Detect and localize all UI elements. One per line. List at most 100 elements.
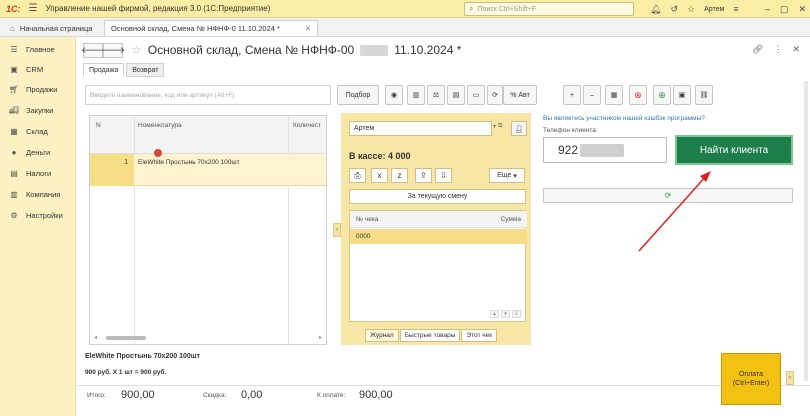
tab-quick-goods[interactable]: Быстрые товары (399, 329, 461, 342)
auto-discount-button[interactable]: % Авт (503, 85, 537, 105)
discount-value: 0,00 (241, 389, 263, 401)
maximize-icon[interactable]: ▢ (780, 4, 789, 15)
cashier-select[interactable]: Артем (349, 121, 492, 136)
sidebar-item-main[interactable]: ☰ Главное (0, 39, 76, 59)
totals-bar: Итого: 900,00 Скидка: 0,00 К оплате: 900… (77, 385, 810, 407)
tab-sale[interactable]: Продажа (83, 63, 125, 77)
crm-icon: ▣ (10, 64, 18, 74)
current-user[interactable]: Артем (704, 6, 724, 13)
tab-home[interactable]: ⌂ Начальная страница (4, 20, 98, 36)
main-content: 🡐 🡒 ☆ Основной склад, Смена № НФНФ-00 11.… (77, 37, 810, 416)
tab-journal[interactable]: Журнал (365, 329, 399, 342)
column-header-n[interactable]: N (96, 122, 101, 129)
refresh-customer-button[interactable]: ⟳ (543, 188, 793, 203)
sidebar-item-money[interactable]: ● Деньги (0, 142, 76, 162)
tab-return[interactable]: Возврат (126, 63, 165, 77)
sidebar-item-company[interactable]: ▥ Компания (0, 184, 76, 204)
cashier-select-buttons: ▾ ⧉ (493, 123, 502, 130)
due-value: 900,00 (359, 389, 393, 401)
forward-button[interactable]: 🡒 (101, 42, 125, 58)
scroll-down-icon[interactable]: ▾ (501, 310, 510, 318)
barcode-icon[interactable]: ▥ (407, 85, 425, 105)
table-row[interactable]: 1 EleWhite Простынь 70х200 100шт (90, 154, 326, 186)
row-number: 1 (90, 154, 134, 186)
delete-row-icon[interactable]: ⊗ (629, 85, 647, 105)
column-header-qty[interactable]: Количест (293, 122, 321, 129)
period-select[interactable]: За текущую смену (349, 189, 526, 204)
dropdown-icon[interactable]: ▾ (493, 123, 496, 130)
close-window-icon[interactable]: ✕ (798, 4, 806, 15)
page-title-prefix: Основной склад, Смена № НФНФ-00 (147, 43, 355, 57)
right-panel-collapse-handle[interactable]: ‹ (786, 371, 794, 385)
close-form-icon[interactable]: ✕ (792, 44, 800, 55)
history-icon[interactable]: ↺ (670, 4, 678, 15)
horizontal-scrollbar[interactable] (106, 336, 146, 340)
add-row-icon[interactable]: ⊕ (653, 85, 671, 105)
close-tab-icon[interactable]: ✕ (305, 24, 311, 33)
tab-shift-document[interactable]: Основной склад, Смена № НФНФ-0 11.10.202… (104, 20, 318, 36)
print-icon[interactable]: ⎙ (349, 168, 366, 183)
tab-this-receipt[interactable]: Этот чек (461, 329, 498, 342)
cash-balance: В кассе: 4 000 (349, 151, 411, 161)
minimize-icon[interactable]: – (765, 4, 770, 14)
sidebar-item-label: Деньги (26, 147, 51, 157)
period-select-label: За текущую смену (407, 193, 468, 200)
more-vertical-icon[interactable]: ⋮ (773, 44, 782, 55)
view-icon[interactable]: ◉ (385, 85, 403, 105)
sidebar-item-settings[interactable]: ⚙ Настройки (0, 205, 76, 225)
link-icon[interactable]: 🔗︎ (752, 44, 763, 55)
company-icon: ▥ (10, 189, 18, 199)
pos-tabs: Журнал Быстрые товары Этот чек (365, 329, 498, 342)
save-icon[interactable]: ▣ (673, 85, 691, 105)
selected-item-name: EleWhite Простынь 70х200 100шт (85, 353, 201, 360)
plus-button[interactable]: + (563, 85, 581, 105)
refresh-icon[interactable]: ⟳ (487, 85, 503, 105)
scroll-up-icon[interactable]: ▴ (490, 310, 499, 318)
scroll-right-icon[interactable]: ▸ (319, 334, 322, 341)
vertical-scrollbar[interactable] (804, 81, 808, 381)
sidebar-item-warehouse[interactable]: ▦ Склад (0, 121, 76, 141)
sidebar-item-purchases[interactable]: 🚚︎ Закупки (0, 100, 76, 120)
open-icon[interactable]: ⧉ (498, 123, 502, 130)
sidebar-item-crm[interactable]: ▣ CRM (0, 59, 76, 79)
hamburger-menu-icon[interactable]: ☰ (29, 3, 38, 14)
scale-icon[interactable]: ⚖ (427, 85, 445, 105)
sidebar-item-sales[interactable]: 🛒︎ Продажи (0, 79, 76, 99)
scroll-end-icon[interactable]: ⇩ (512, 310, 521, 318)
settings-icon[interactable]: ≡ (733, 4, 738, 14)
minus-button[interactable]: – (583, 85, 601, 105)
panel-collapse-handle[interactable]: › (333, 223, 341, 237)
card-icon[interactable]: ▭ (467, 85, 485, 105)
pay-button[interactable]: Оплата (Ctrl+Enter) (721, 353, 781, 405)
favorite-star-icon[interactable]: ☆ (131, 43, 142, 57)
z-report-icon[interactable]: z (391, 168, 408, 183)
select-products-button[interactable]: Подбор (337, 85, 379, 105)
phone-input[interactable]: 922 (543, 137, 667, 163)
cash-in-icon[interactable]: ⇪ (415, 168, 432, 183)
column-header-sum[interactable]: Сумма (501, 216, 521, 223)
purchase-icon: 🚚︎ (8, 105, 20, 115)
bell-icon[interactable]: 🔔︎ (650, 4, 661, 15)
weigh-icon[interactable]: ▤ (447, 85, 465, 105)
cash-out-icon[interactable]: ⇩ (435, 168, 452, 183)
column-header-receipt-no[interactable]: № чека (356, 216, 378, 223)
find-customer-button[interactable]: Найти клиента (675, 135, 793, 165)
x-report-icon[interactable]: x (371, 168, 388, 183)
scroll-left-icon[interactable]: ◂ (94, 334, 97, 341)
loyalty-program-link[interactable]: Вы являетесь участником нашей кэшбэк про… (543, 115, 705, 122)
column-header-item[interactable]: Номенклатура (138, 122, 182, 129)
product-search-input[interactable]: Введите наименование, код или артикул (A… (85, 85, 331, 105)
link-button-icon[interactable]: ⛓ (695, 85, 713, 105)
sidebar-item-label: Закупки (26, 105, 54, 115)
page-title: Основной склад, Смена № НФНФ-00 11.10.202… (148, 43, 462, 57)
calculator-icon[interactable]: ▦ (605, 85, 623, 105)
sidebar-item-taxes[interactable]: ▤ Налоги (0, 163, 76, 183)
table-row[interactable]: 0000 (350, 229, 527, 244)
global-search-placeholder: Поиск Ctrl+Shift+F (477, 5, 537, 13)
global-search-input[interactable]: ⌕ Поиск Ctrl+Shift+F (464, 2, 634, 16)
more-button[interactable]: Еще ▾ (489, 168, 525, 183)
phone-value: 922 (558, 143, 579, 157)
star-icon[interactable]: ☆ (687, 4, 695, 15)
user-lock-icon[interactable]: 👤︎ (511, 121, 527, 136)
selected-item-price: 900 руб. Х 1 шт = 900 руб. (85, 369, 167, 376)
